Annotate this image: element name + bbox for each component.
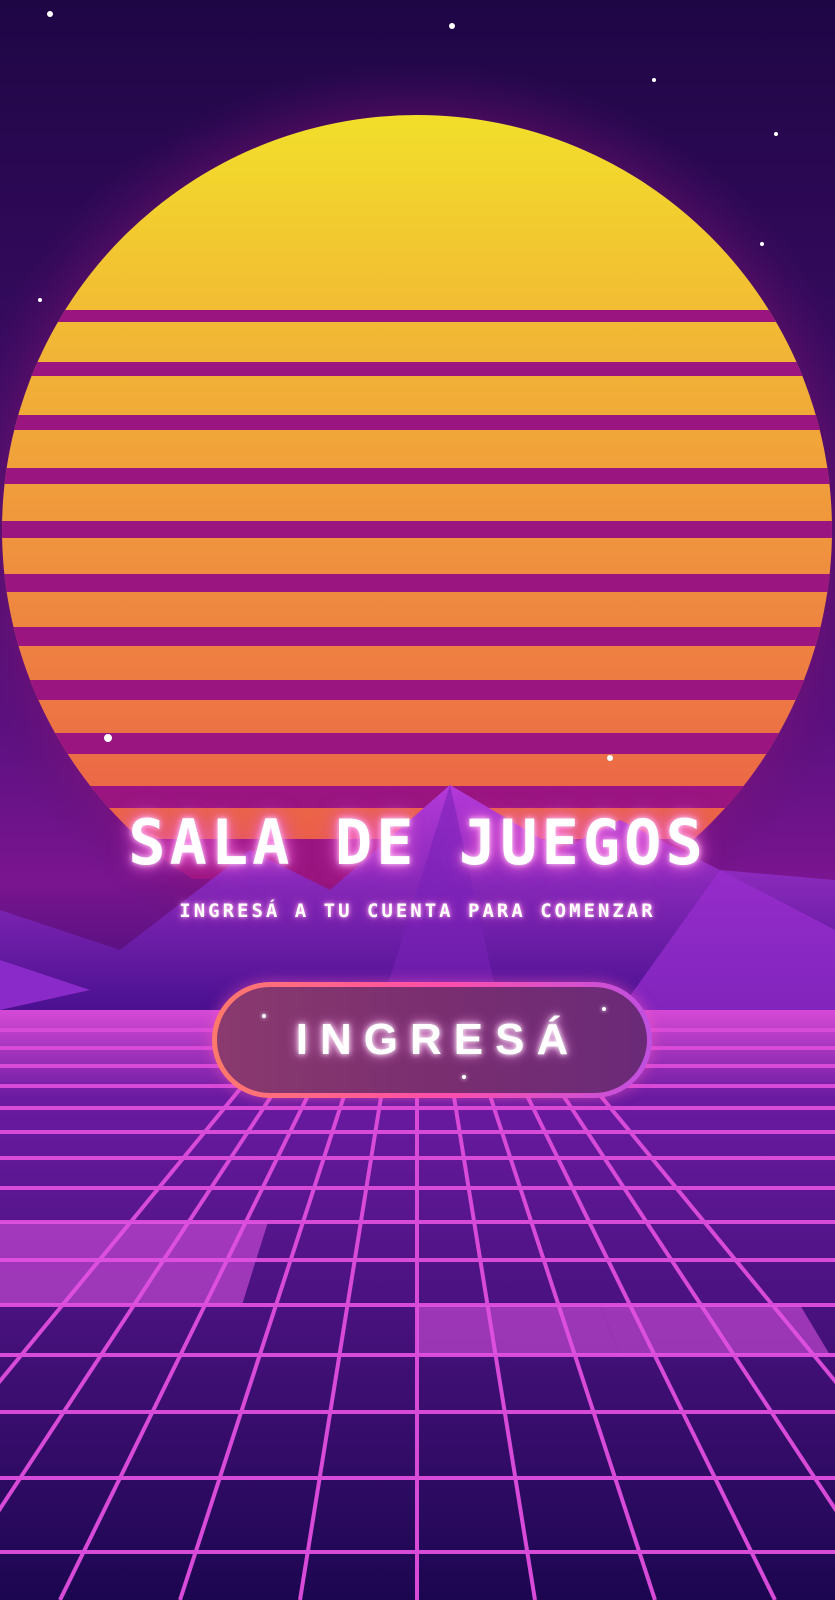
sparkle-icon: [262, 1014, 266, 1018]
page-title: SALA DE JUEGOS: [128, 806, 707, 879]
enter-button[interactable]: INGRESÁ: [212, 982, 652, 1098]
enter-button-label: INGRESÁ: [295, 1015, 581, 1064]
synthwave-background-illustration: [0, 11, 835, 1600]
page-subtitle: INGRESÁ A TU CUENTA PARA COMENZAR: [179, 900, 656, 922]
sparkle-icon: [462, 1075, 466, 1079]
sparkle-icon: [602, 1007, 606, 1011]
login-screen: SALA DE JUEGOS INGRESÁ A TU CUENTA PARA …: [0, 0, 835, 1600]
